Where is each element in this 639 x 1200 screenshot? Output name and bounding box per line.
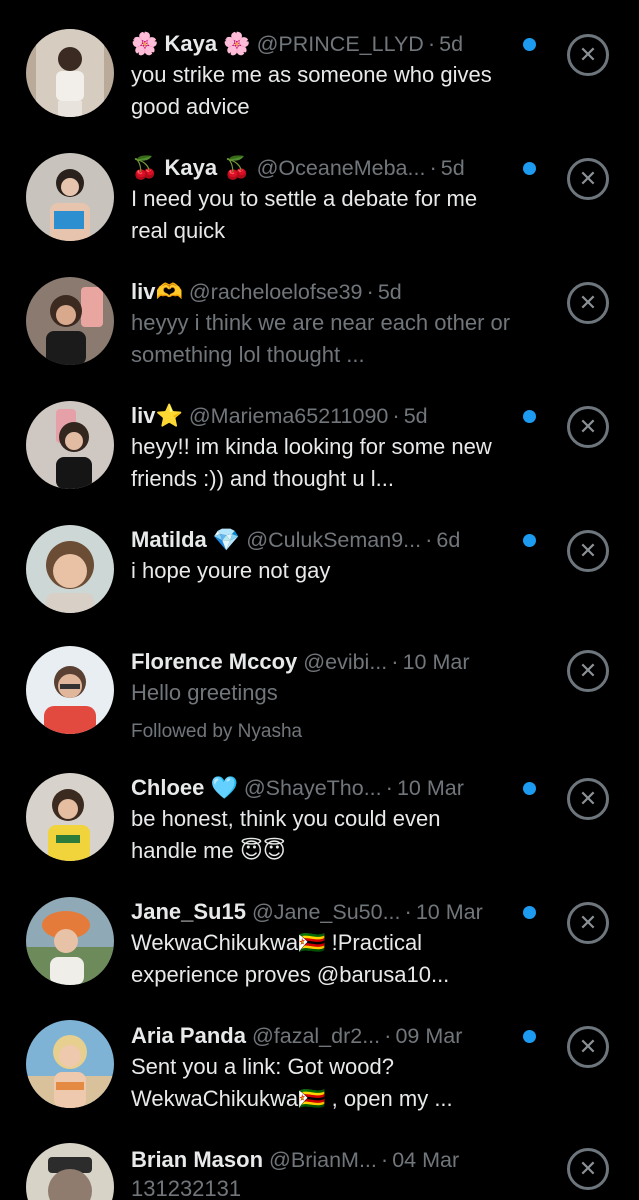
timestamp: 5d [439, 32, 464, 56]
message-preview: i hope youre not gay [131, 558, 331, 583]
sender-name: Matilda 💎 [131, 527, 241, 552]
separator-dot: · [427, 31, 436, 56]
message-preview: 131232131 [131, 1176, 242, 1200]
separator-dot: · [366, 279, 374, 304]
sender-name: Florence Mccoy [131, 649, 298, 674]
message-preview: Sent you a link: Got wood? WekwaChikukwa… [131, 1054, 453, 1111]
sender-handle: @ShayeTho... [243, 776, 382, 800]
message-preview: I need you to settle a debate for me rea… [131, 186, 478, 243]
sender-handle: @OceaneMeba... [256, 156, 426, 180]
avatar[interactable] [26, 773, 114, 861]
sender-handle: @racheloelofse39 [188, 280, 363, 304]
close-circle-icon[interactable]: ✕ [567, 158, 609, 200]
separator-dot: · [425, 527, 433, 552]
close-circle-icon[interactable]: ✕ [567, 34, 609, 76]
sender-handle: @PRINCE_LLYD [256, 32, 424, 56]
conversation-row[interactable]: Brian Mason @BrianM... · 04 Mar 13123213… [0, 1118, 639, 1200]
sender-handle: @fazal_dr2... [251, 1024, 381, 1048]
separator-dot: · [429, 155, 437, 180]
avatar[interactable] [26, 277, 114, 365]
avatar[interactable] [26, 29, 114, 117]
message-preview: you strike me as someone who gives good … [131, 62, 492, 119]
conversation-row[interactable]: Florence Mccoy @evibi... · 10 Mar Hello … [0, 620, 639, 746]
separator-dot: · [384, 1023, 392, 1048]
sender-name: liv⭐ [131, 403, 183, 428]
conversation-row[interactable]: 🍒 Kaya 🍒 @OceaneMeba... · 5d I need you … [0, 124, 639, 248]
avatar[interactable] [26, 153, 114, 241]
sender-handle: @CulukSeman9... [246, 528, 422, 552]
message-preview: heyyy i think we are near each other or … [131, 310, 511, 367]
sender-handle: @Jane_Su50... [251, 900, 401, 924]
close-circle-icon[interactable]: ✕ [567, 406, 609, 448]
close-circle-icon[interactable]: ✕ [567, 1026, 609, 1068]
unread-dot-icon [523, 38, 536, 51]
timestamp: 10 Mar [396, 776, 464, 800]
message-preview: heyy!! im kinda looking for some new fri… [131, 434, 492, 491]
timestamp: 6d [436, 528, 461, 552]
separator-dot: · [392, 403, 400, 428]
conversation-row[interactable]: Chloee 🩵 @ShayeTho... · 10 Mar be honest… [0, 746, 639, 870]
followed-by-label: Followed by Nyasha [131, 721, 303, 742]
sender-name: liv🫶 [131, 279, 183, 304]
sender-handle: @BrianM... [269, 1148, 377, 1172]
sender-name: 🌸 Kaya 🌸 [131, 31, 251, 56]
close-circle-icon[interactable]: ✕ [567, 778, 609, 820]
avatar[interactable] [26, 1143, 114, 1200]
avatar[interactable] [26, 1020, 114, 1108]
sender-name: Chloee 🩵 [131, 775, 238, 800]
timestamp: 09 Mar [395, 1024, 463, 1048]
unread-dot-icon [523, 534, 536, 547]
unread-dot-icon [523, 162, 536, 175]
conversation-row[interactable]: liv🫶 @racheloelofse39 · 5d heyyy i think… [0, 248, 639, 372]
unread-dot-icon [523, 906, 536, 919]
avatar[interactable] [26, 897, 114, 985]
dm-requests-list: 🌸 Kaya 🌸 @PRINCE_LLYD · 5d you strike me… [0, 0, 639, 1200]
timestamp: 5d [403, 404, 428, 428]
avatar[interactable] [26, 401, 114, 489]
unread-dot-icon [523, 410, 536, 423]
timestamp: 5d [377, 280, 402, 304]
sender-name: Brian Mason [131, 1147, 264, 1172]
message-preview: be honest, think you could even handle m… [131, 806, 441, 863]
close-circle-icon[interactable]: ✕ [567, 282, 609, 324]
avatar[interactable] [26, 525, 114, 613]
conversation-row[interactable]: Matilda 💎 @CulukSeman9... · 6d i hope yo… [0, 496, 639, 620]
message-preview: WekwaChikukwa🇿🇼 !Practical experience pr… [131, 930, 450, 987]
timestamp: 10 Mar [402, 650, 470, 674]
message-preview: Hello greetings [131, 680, 278, 705]
conversation-row[interactable]: liv⭐ @Mariema65211090 · 5d heyy!! im kin… [0, 372, 639, 496]
separator-dot: · [385, 775, 393, 800]
close-circle-icon[interactable]: ✕ [567, 650, 609, 692]
timestamp: 5d [440, 156, 465, 180]
close-circle-icon[interactable]: ✕ [567, 902, 609, 944]
separator-dot: · [391, 649, 399, 674]
close-circle-icon[interactable]: ✕ [567, 530, 609, 572]
close-circle-icon[interactable]: ✕ [567, 1148, 609, 1190]
sender-handle: @Mariema65211090 [188, 404, 389, 428]
separator-dot: · [380, 1147, 389, 1172]
timestamp: 04 Mar [392, 1148, 460, 1172]
separator-dot: · [404, 899, 412, 924]
conversation-row[interactable]: 🌸 Kaya 🌸 @PRINCE_LLYD · 5d you strike me… [0, 0, 639, 124]
unread-dot-icon [523, 782, 536, 795]
unread-dot-icon [523, 1030, 536, 1043]
sender-handle: @evibi... [303, 650, 388, 674]
sender-name: 🍒 Kaya 🍒 [131, 155, 251, 180]
timestamp: 10 Mar [415, 900, 483, 924]
sender-name: Jane_Su15 [131, 899, 246, 924]
sender-name: Aria Panda [131, 1023, 246, 1048]
conversation-row[interactable]: Aria Panda @fazal_dr2... · 09 Mar Sent y… [0, 994, 639, 1118]
avatar[interactable] [26, 646, 114, 734]
conversation-row[interactable]: Jane_Su15 @Jane_Su50... · 10 Mar WekwaCh… [0, 870, 639, 994]
